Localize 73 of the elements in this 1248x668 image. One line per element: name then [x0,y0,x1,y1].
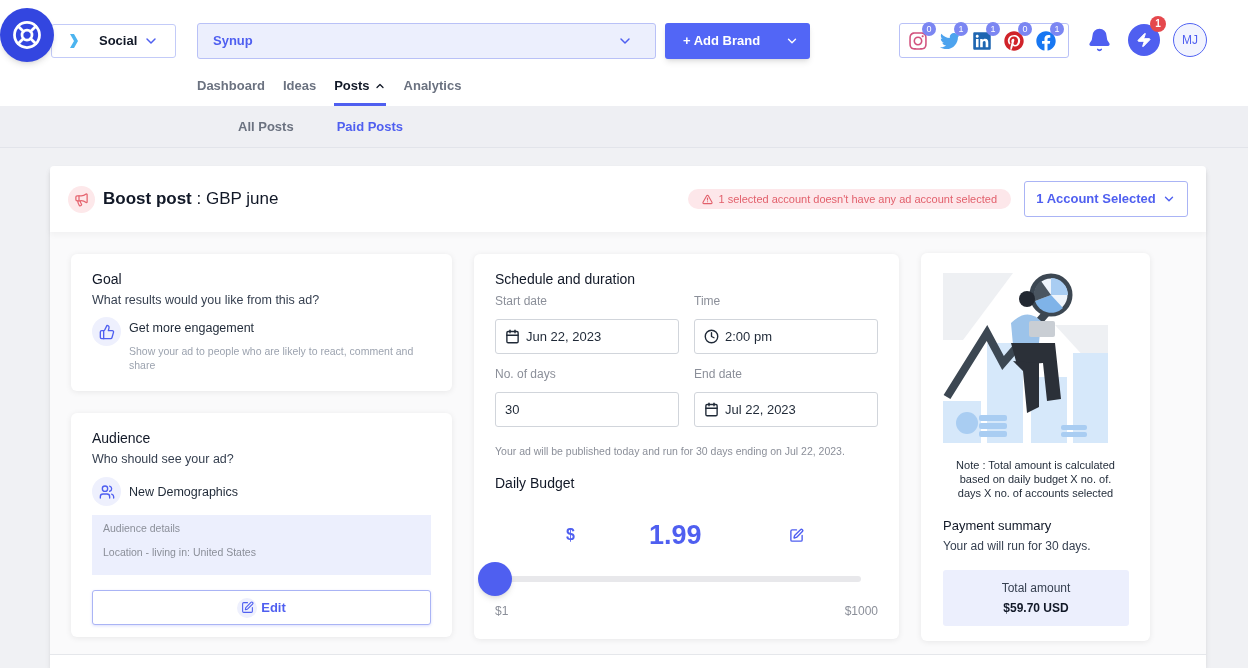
field-label: Start date [495,293,549,309]
edit-button[interactable]: Edit [92,590,431,625]
lifebuoy-logo-icon[interactable] [0,8,54,62]
date-field[interactable]: Jul 22, 2023 [694,392,878,427]
pinterest-icon[interactable] [1004,30,1024,51]
sub-tab[interactable]: All Posts [238,116,294,137]
warning-icon [702,193,714,205]
budget-amount: 1.99 [648,518,702,552]
nav-tab[interactable]: Analytics [403,72,462,106]
audience-detail-text: Location - living in: United States [103,545,257,559]
count-badge: 0 [1018,21,1032,36]
facebook-icon[interactable] [1036,30,1056,51]
field-label: Time [694,293,722,309]
card-title: Goal [92,270,123,288]
coin [956,412,978,434]
workspace-dropdown[interactable]: Social [51,24,176,58]
days-field[interactable]: 30 [495,392,679,427]
backdrop-shape [943,273,1013,340]
card-title: Audience [92,429,152,447]
time-field[interactable]: 2:00 pm [694,319,878,354]
coin-stack [1061,425,1087,437]
sub-tab[interactable]: Paid Posts [336,116,404,137]
page-title: Boost post : GBP june [103,188,279,211]
summary-text: Your ad will run for 30 days. [943,538,1092,554]
user-avatar[interactable]: MJ [1173,23,1207,57]
goal-option-label: Get more engagement [129,320,256,336]
edit-icon[interactable] [789,527,805,543]
summary-title: Payment summary [943,517,1053,535]
field-label: No. of days [495,366,557,382]
total-label: Total amount [1001,581,1071,595]
alert-badge: 1 [1150,16,1166,32]
linkedin-icon[interactable] [972,30,992,51]
calendar-icon [704,402,719,417]
account-select-button[interactable]: 1 Account Selected [1024,181,1188,217]
instagram-icon[interactable] [908,30,928,51]
count-badge: 1 [1050,21,1064,36]
add-brand-button[interactable]: + Add Brand [665,23,810,59]
brand-dropdown[interactable]: Synup [197,23,656,59]
card-question: What results would you like from this ad? [92,292,321,308]
audience-option-label: New Demographics [129,483,239,500]
thumbs-up-icon [92,317,121,346]
audience-detail-text: Audience details [103,521,182,535]
count-badge: 1 [986,21,1000,36]
nav-tab[interactable]: Dashboard [197,72,265,106]
twitter-icon[interactable] [940,30,960,51]
calendar-icon [505,329,520,344]
date-field[interactable]: Jun 22, 2023 [495,319,679,354]
field-label: End date [694,366,744,382]
chevron-icon [70,34,78,48]
currency-symbol: $ [566,525,575,545]
magnifying-glass [1029,273,1073,317]
slider-max-label: $1000 [844,603,878,619]
card-question: Who should see your ad? [92,451,235,467]
edit-icon [237,597,258,618]
clock-icon [704,329,719,344]
notification-bell-icon[interactable] [1087,27,1112,53]
total-value: $59.70 USD [1003,601,1069,615]
count-badge: 0 [922,21,936,36]
slider-min-label: $1 [495,603,509,619]
count-badge: 1 [954,21,968,36]
goal-option-description: Show your ad to people who are likely to react, comment and share [129,344,415,372]
coin-stack [979,415,1007,437]
warning-text: 1 selected account doesn't have any ad account selected [718,191,997,207]
users-icon [92,477,121,506]
budget-slider[interactable] [478,562,861,596]
summary-note: Note : Total amount is calculated based on daily budget X no. of. days X no. of accounts selected [955,458,1116,500]
slider-thumb[interactable] [478,562,513,596]
card-title: Schedule and duration [495,270,637,288]
schedule-note: Your ad will be published today and run for 30 days ending on Jul 22, 2023. [495,444,846,458]
megaphone-icon [68,185,95,213]
card-title: Daily Budget [495,474,576,492]
laptop [1029,321,1055,337]
nav-tab[interactable]: Ideas [282,72,317,106]
